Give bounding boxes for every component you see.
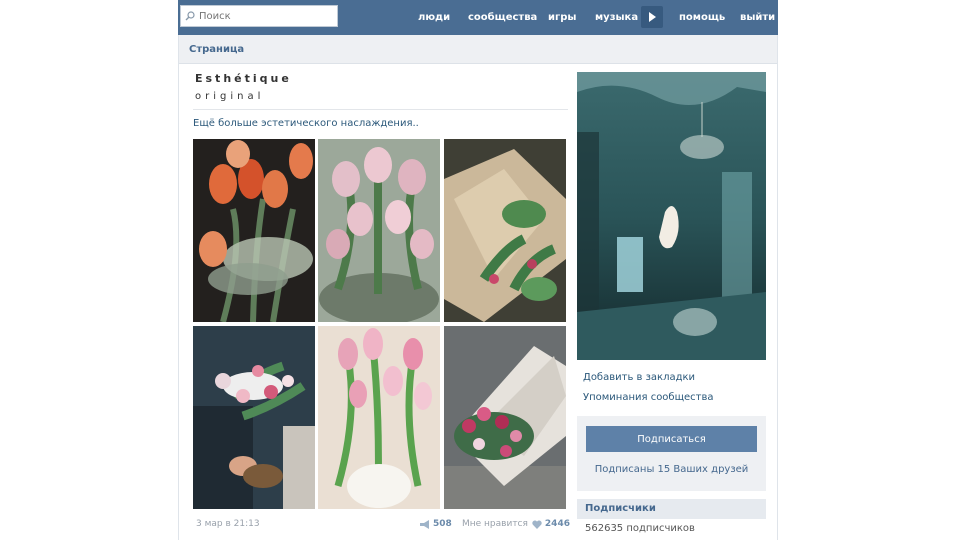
megaphone-icon xyxy=(420,519,429,529)
nav-people-link[interactable]: люди xyxy=(418,12,450,23)
breadcrumb[interactable]: Страница xyxy=(189,44,244,55)
subscribers-count[interactable]: 562635 подписчиков xyxy=(585,523,695,534)
bookmark-link[interactable]: Добавить в закладки xyxy=(583,372,695,383)
music-play-button[interactable] xyxy=(641,6,663,28)
search-icon xyxy=(185,11,195,21)
post-title: Esthétique xyxy=(195,72,292,85)
subscribers-title: Подписчики xyxy=(585,503,656,514)
top-nav-bar: люди сообщества игры музыка помощь выйти xyxy=(178,0,778,35)
like-count: 2446 xyxy=(544,519,570,529)
post-subtitle: original xyxy=(195,91,265,102)
post-photo-tulips-vase[interactable] xyxy=(318,326,440,509)
repost-counter[interactable]: 508 xyxy=(420,519,452,529)
mentions-link[interactable]: Упоминания сообщества xyxy=(583,392,714,403)
subscribe-button[interactable]: Подписаться xyxy=(586,426,757,452)
subscribe-box: Подписаться Подписаны 15 Ваших друзей xyxy=(577,416,766,491)
friends-subscribed-text[interactable]: Подписаны 15 Ваших друзей xyxy=(577,464,766,475)
post-photo-bouquet-hands[interactable] xyxy=(193,326,315,509)
nav-help-link[interactable]: помощь xyxy=(679,12,725,23)
divider xyxy=(193,109,568,110)
heart-icon xyxy=(532,520,542,529)
community-cover-image[interactable] xyxy=(577,72,766,360)
nav-music-link[interactable]: музыка xyxy=(595,12,638,23)
like-counter[interactable]: Мне нравится 2446 xyxy=(462,519,570,529)
post-photo-paper-bouquet[interactable] xyxy=(444,326,566,509)
like-label: Мне нравится xyxy=(462,519,528,529)
breadcrumb-bar: Страница xyxy=(179,35,777,64)
nav-logout-link[interactable]: выйти xyxy=(740,12,775,23)
post-photo-orange-tulips[interactable] xyxy=(193,139,315,322)
post-photo-pink-tulips[interactable] xyxy=(318,139,440,322)
post-date[interactable]: 3 мар в 21:13 xyxy=(196,519,260,529)
search-box[interactable] xyxy=(180,5,338,27)
repost-count: 508 xyxy=(433,519,452,529)
subscribers-header[interactable]: Подписчики xyxy=(577,499,766,519)
search-input[interactable] xyxy=(199,10,329,22)
post-photo-wrapped-tulips[interactable] xyxy=(444,139,566,322)
post-text: Ещё больше эстетического наслаждения.. xyxy=(193,118,419,129)
nav-communities-link[interactable]: сообщества xyxy=(468,12,537,23)
nav-games-link[interactable]: игры xyxy=(548,12,576,23)
play-icon xyxy=(649,12,656,22)
